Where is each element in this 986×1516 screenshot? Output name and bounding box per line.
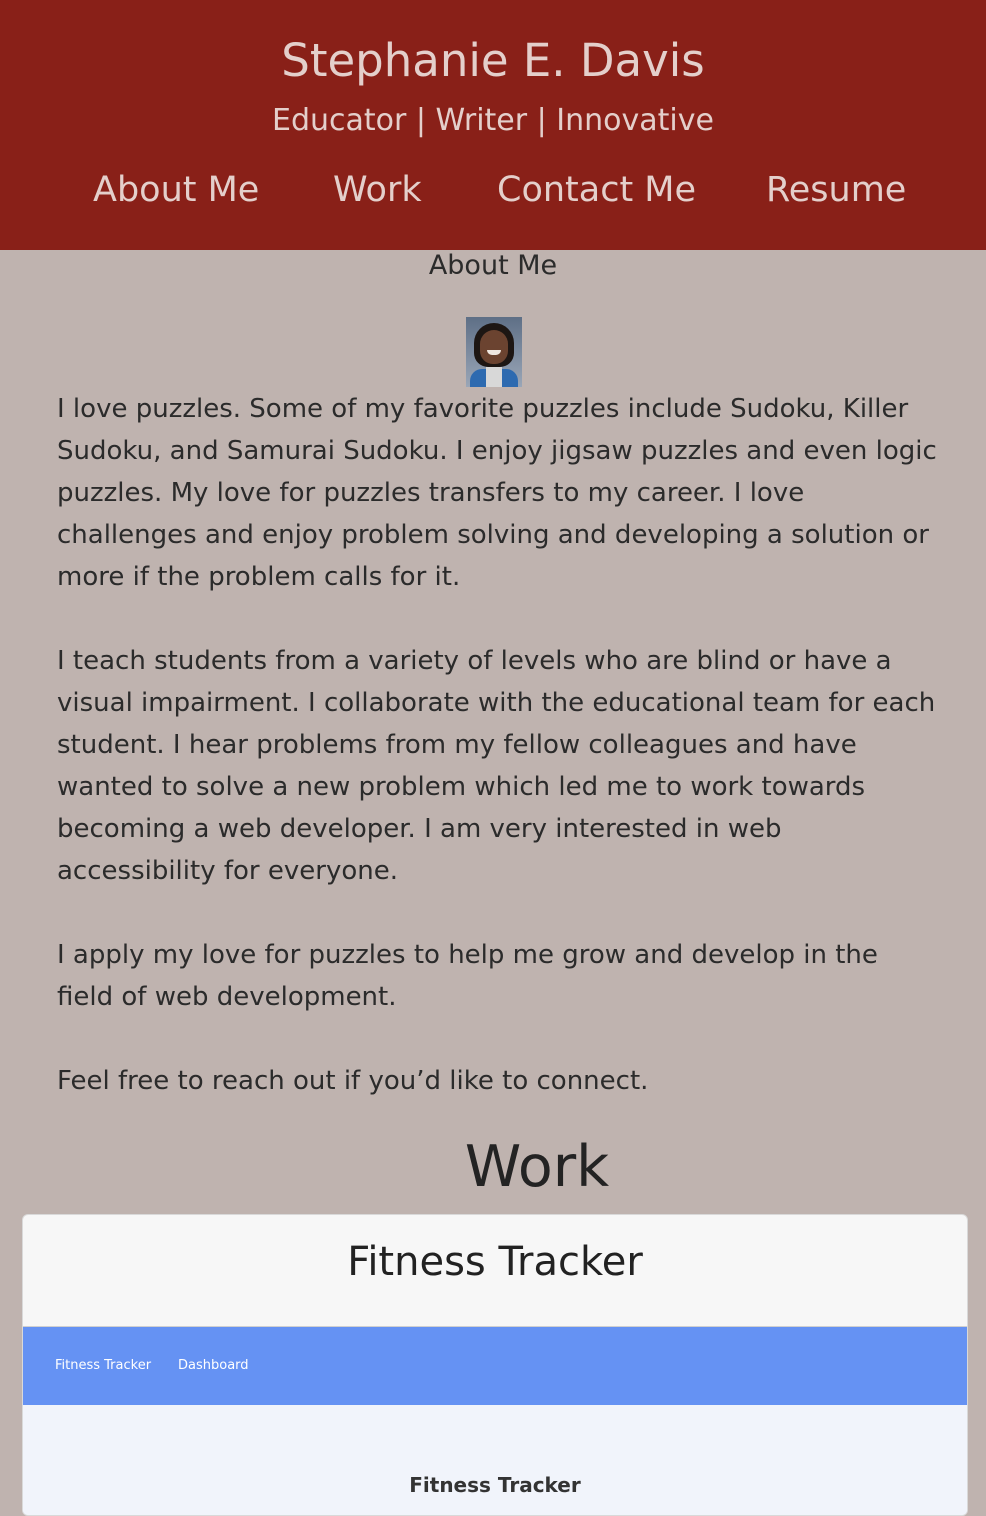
screenshot-navbar: Fitness Tracker Dashboard [23,1327,967,1405]
screenshot-nav-brand: Fitness Tracker [55,1358,152,1373]
nav-link-contact-me[interactable]: Contact Me [497,170,696,210]
bio-paragraph: Feel free to reach out if you’d like to … [57,1066,649,1096]
profile-photo [466,317,522,387]
nav-link-about-me[interactable]: About Me [93,170,259,210]
nav-link-resume[interactable]: Resume [766,170,906,210]
project-title: Fitness Tracker [347,1239,643,1285]
bio-paragraph: I teach students from a variety of level… [57,646,936,886]
main-nav: About Me Work Contact Me Resume [0,170,986,218]
screenshot-nav-dashboard: Dashboard [178,1358,249,1373]
site-owner-name: Stephanie E. Davis [281,34,705,87]
bio-paragraph: I love puzzles. Some of my favorite puzz… [57,394,937,592]
site-tagline: Educator | Writer | Innovative [272,103,714,138]
project-card-fitness-tracker[interactable]: Fitness Tracker Fitness Tracker Dashboar… [22,1214,968,1516]
about-bio: I love puzzles. Some of my favorite puzz… [57,388,937,1144]
work-heading: Work [464,1134,610,1200]
project-screenshot[interactable]: Fitness Tracker Dashboard Fitness Tracke… [23,1326,967,1515]
nav-link-work[interactable]: Work [333,170,422,210]
screenshot-heading: Fitness Tracker [409,1473,581,1497]
site-header: Stephanie E. Davis Educator | Writer | I… [0,0,986,250]
about-heading: About Me [428,250,558,281]
bio-paragraph: I apply my love for puzzles to help me g… [57,940,878,1012]
